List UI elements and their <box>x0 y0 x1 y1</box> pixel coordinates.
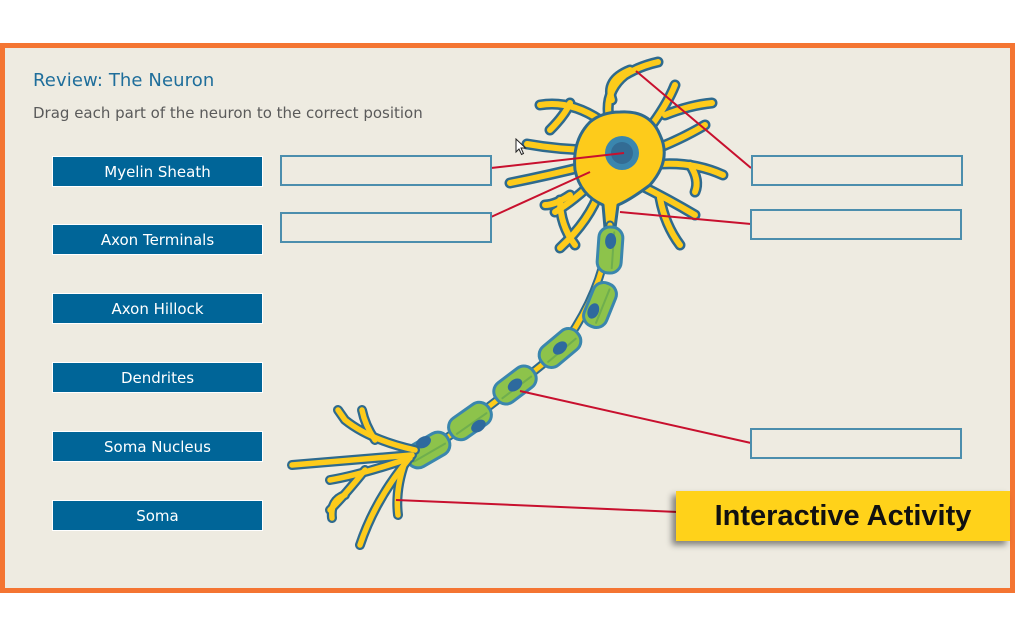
drop-zone-left-2[interactable] <box>280 212 492 243</box>
neuron-illustration <box>287 56 729 550</box>
myelin-segment <box>537 327 583 369</box>
drag-item-axon-hillock[interactable]: Axon Hillock <box>52 293 263 324</box>
drag-item-soma-nucleus[interactable]: Soma Nucleus <box>52 431 263 462</box>
myelin-segment <box>582 280 618 330</box>
interactive-activity-badge: Interactive Activity <box>676 491 1010 541</box>
mouse-cursor-icon <box>515 138 527 156</box>
drag-item-soma[interactable]: Soma <box>52 500 263 531</box>
myelin-segments <box>404 225 625 470</box>
axon-terminals <box>287 405 420 550</box>
leader-line <box>519 390 752 444</box>
drop-zone-left-1[interactable] <box>280 155 492 186</box>
drop-zone-right-1[interactable] <box>751 155 963 186</box>
drag-item-axon-terminals[interactable]: Axon Terminals <box>52 224 263 255</box>
drag-item-dendrites[interactable]: Dendrites <box>52 362 263 393</box>
drop-zone-right-2[interactable] <box>750 209 962 240</box>
myelin-segment <box>595 225 625 275</box>
leader-line <box>395 499 679 513</box>
myelin-segment <box>492 364 538 406</box>
drop-zone-right-3[interactable] <box>750 428 962 459</box>
drag-item-myelin-sheath[interactable]: Myelin Sheath <box>52 156 263 187</box>
